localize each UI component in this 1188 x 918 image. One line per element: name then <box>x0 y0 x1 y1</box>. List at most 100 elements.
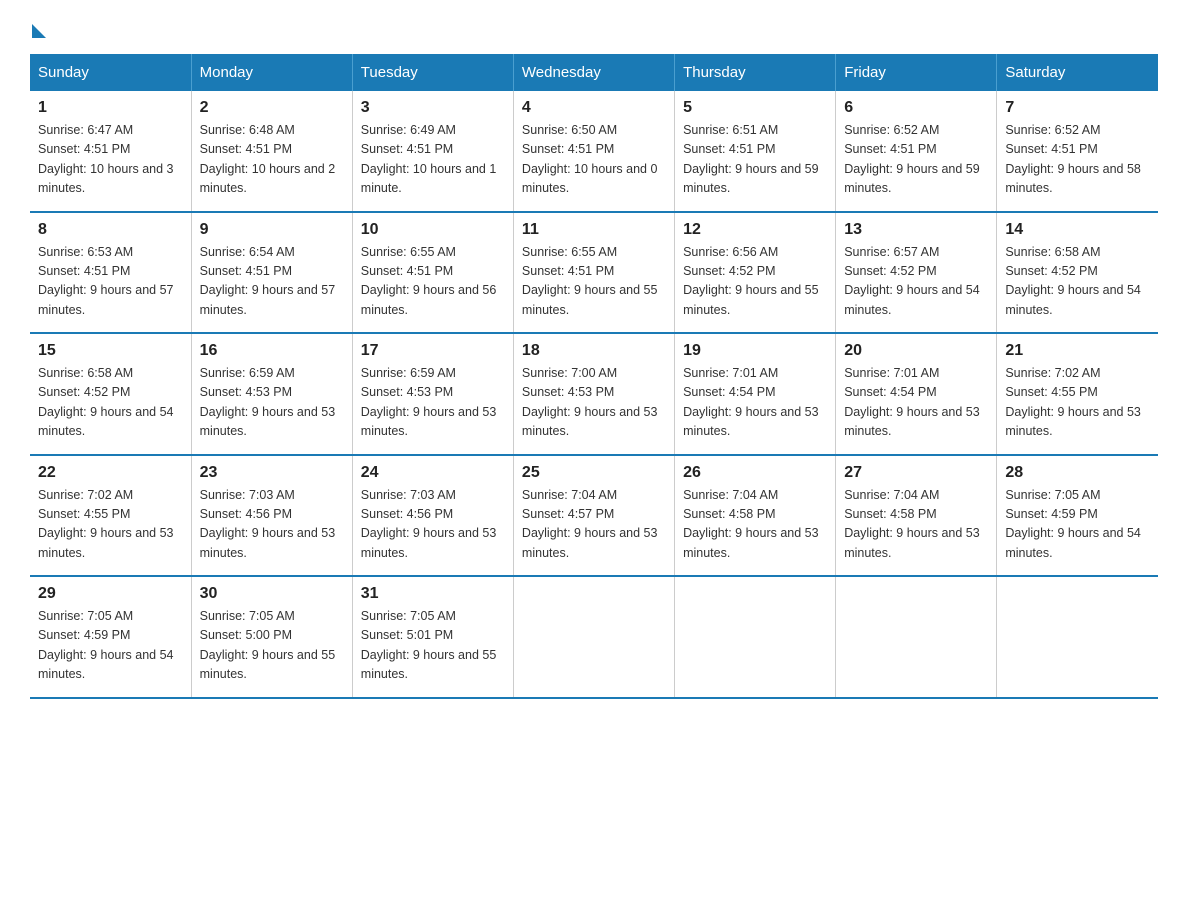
day-number: 21 <box>1005 342 1150 360</box>
day-info: Sunrise: 7:02 AMSunset: 4:55 PMDaylight:… <box>38 486 183 564</box>
day-number: 31 <box>361 585 505 603</box>
day-number: 10 <box>361 221 505 239</box>
day-info: Sunrise: 6:52 AMSunset: 4:51 PMDaylight:… <box>844 121 988 199</box>
calendar-day-cell: 23 Sunrise: 7:03 AMSunset: 4:56 PMDaylig… <box>191 455 352 577</box>
calendar-day-cell: 10 Sunrise: 6:55 AMSunset: 4:51 PMDaylig… <box>352 212 513 334</box>
calendar-day-cell: 4 Sunrise: 6:50 AMSunset: 4:51 PMDayligh… <box>513 91 674 212</box>
day-info: Sunrise: 7:02 AMSunset: 4:55 PMDaylight:… <box>1005 364 1150 442</box>
calendar-day-cell: 19 Sunrise: 7:01 AMSunset: 4:54 PMDaylig… <box>675 333 836 455</box>
calendar-day-cell: 1 Sunrise: 6:47 AMSunset: 4:51 PMDayligh… <box>30 91 191 212</box>
logo <box>30 20 46 34</box>
day-info: Sunrise: 7:01 AMSunset: 4:54 PMDaylight:… <box>683 364 827 442</box>
weekday-header: Saturday <box>997 54 1158 91</box>
calendar-day-cell: 29 Sunrise: 7:05 AMSunset: 4:59 PMDaylig… <box>30 576 191 698</box>
page-header <box>30 20 1158 34</box>
day-info: Sunrise: 7:03 AMSunset: 4:56 PMDaylight:… <box>361 486 505 564</box>
calendar-day-cell: 15 Sunrise: 6:58 AMSunset: 4:52 PMDaylig… <box>30 333 191 455</box>
day-number: 19 <box>683 342 827 360</box>
day-info: Sunrise: 7:04 AMSunset: 4:58 PMDaylight:… <box>844 486 988 564</box>
day-info: Sunrise: 7:00 AMSunset: 4:53 PMDaylight:… <box>522 364 666 442</box>
calendar-day-cell <box>997 576 1158 698</box>
calendar-day-cell: 25 Sunrise: 7:04 AMSunset: 4:57 PMDaylig… <box>513 455 674 577</box>
day-number: 11 <box>522 221 666 239</box>
calendar-day-cell: 27 Sunrise: 7:04 AMSunset: 4:58 PMDaylig… <box>836 455 997 577</box>
day-info: Sunrise: 7:04 AMSunset: 4:58 PMDaylight:… <box>683 486 827 564</box>
day-number: 28 <box>1005 464 1150 482</box>
calendar-week-row: 29 Sunrise: 7:05 AMSunset: 4:59 PMDaylig… <box>30 576 1158 698</box>
weekday-header: Wednesday <box>513 54 674 91</box>
weekday-header-row: SundayMondayTuesdayWednesdayThursdayFrid… <box>30 54 1158 91</box>
calendar-day-cell: 7 Sunrise: 6:52 AMSunset: 4:51 PMDayligh… <box>997 91 1158 212</box>
calendar-day-cell: 12 Sunrise: 6:56 AMSunset: 4:52 PMDaylig… <box>675 212 836 334</box>
calendar-day-cell: 6 Sunrise: 6:52 AMSunset: 4:51 PMDayligh… <box>836 91 997 212</box>
calendar-day-cell: 13 Sunrise: 6:57 AMSunset: 4:52 PMDaylig… <box>836 212 997 334</box>
day-number: 17 <box>361 342 505 360</box>
day-number: 22 <box>38 464 183 482</box>
calendar-week-row: 22 Sunrise: 7:02 AMSunset: 4:55 PMDaylig… <box>30 455 1158 577</box>
day-info: Sunrise: 7:05 AMSunset: 5:01 PMDaylight:… <box>361 607 505 685</box>
day-info: Sunrise: 6:56 AMSunset: 4:52 PMDaylight:… <box>683 243 827 321</box>
day-number: 23 <box>200 464 344 482</box>
day-info: Sunrise: 6:52 AMSunset: 4:51 PMDaylight:… <box>1005 121 1150 199</box>
day-number: 14 <box>1005 221 1150 239</box>
weekday-header: Friday <box>836 54 997 91</box>
calendar-table: SundayMondayTuesdayWednesdayThursdayFrid… <box>30 54 1158 699</box>
calendar-day-cell: 9 Sunrise: 6:54 AMSunset: 4:51 PMDayligh… <box>191 212 352 334</box>
day-number: 2 <box>200 99 344 117</box>
day-number: 9 <box>200 221 344 239</box>
calendar-day-cell: 11 Sunrise: 6:55 AMSunset: 4:51 PMDaylig… <box>513 212 674 334</box>
calendar-day-cell: 17 Sunrise: 6:59 AMSunset: 4:53 PMDaylig… <box>352 333 513 455</box>
day-number: 13 <box>844 221 988 239</box>
day-number: 7 <box>1005 99 1150 117</box>
day-number: 25 <box>522 464 666 482</box>
day-number: 4 <box>522 99 666 117</box>
day-info: Sunrise: 7:03 AMSunset: 4:56 PMDaylight:… <box>200 486 344 564</box>
day-number: 30 <box>200 585 344 603</box>
calendar-day-cell: 18 Sunrise: 7:00 AMSunset: 4:53 PMDaylig… <box>513 333 674 455</box>
day-number: 8 <box>38 221 183 239</box>
calendar-day-cell: 22 Sunrise: 7:02 AMSunset: 4:55 PMDaylig… <box>30 455 191 577</box>
day-info: Sunrise: 6:55 AMSunset: 4:51 PMDaylight:… <box>361 243 505 321</box>
day-info: Sunrise: 6:50 AMSunset: 4:51 PMDaylight:… <box>522 121 666 199</box>
calendar-day-cell: 24 Sunrise: 7:03 AMSunset: 4:56 PMDaylig… <box>352 455 513 577</box>
calendar-day-cell: 3 Sunrise: 6:49 AMSunset: 4:51 PMDayligh… <box>352 91 513 212</box>
weekday-header: Thursday <box>675 54 836 91</box>
day-info: Sunrise: 6:49 AMSunset: 4:51 PMDaylight:… <box>361 121 505 199</box>
calendar-day-cell: 8 Sunrise: 6:53 AMSunset: 4:51 PMDayligh… <box>30 212 191 334</box>
calendar-day-cell: 28 Sunrise: 7:05 AMSunset: 4:59 PMDaylig… <box>997 455 1158 577</box>
calendar-week-row: 8 Sunrise: 6:53 AMSunset: 4:51 PMDayligh… <box>30 212 1158 334</box>
day-number: 18 <box>522 342 666 360</box>
day-info: Sunrise: 6:59 AMSunset: 4:53 PMDaylight:… <box>200 364 344 442</box>
logo-arrow-icon <box>32 24 46 38</box>
day-info: Sunrise: 7:05 AMSunset: 4:59 PMDaylight:… <box>38 607 183 685</box>
day-info: Sunrise: 6:59 AMSunset: 4:53 PMDaylight:… <box>361 364 505 442</box>
calendar-day-cell: 31 Sunrise: 7:05 AMSunset: 5:01 PMDaylig… <box>352 576 513 698</box>
calendar-day-cell: 5 Sunrise: 6:51 AMSunset: 4:51 PMDayligh… <box>675 91 836 212</box>
day-info: Sunrise: 7:05 AMSunset: 5:00 PMDaylight:… <box>200 607 344 685</box>
day-number: 27 <box>844 464 988 482</box>
calendar-day-cell: 16 Sunrise: 6:59 AMSunset: 4:53 PMDaylig… <box>191 333 352 455</box>
calendar-day-cell <box>675 576 836 698</box>
day-number: 20 <box>844 342 988 360</box>
day-info: Sunrise: 6:51 AMSunset: 4:51 PMDaylight:… <box>683 121 827 199</box>
calendar-day-cell <box>836 576 997 698</box>
day-info: Sunrise: 6:48 AMSunset: 4:51 PMDaylight:… <box>200 121 344 199</box>
day-number: 24 <box>361 464 505 482</box>
day-info: Sunrise: 6:53 AMSunset: 4:51 PMDaylight:… <box>38 243 183 321</box>
calendar-week-row: 1 Sunrise: 6:47 AMSunset: 4:51 PMDayligh… <box>30 91 1158 212</box>
day-info: Sunrise: 6:54 AMSunset: 4:51 PMDaylight:… <box>200 243 344 321</box>
calendar-day-cell: 20 Sunrise: 7:01 AMSunset: 4:54 PMDaylig… <box>836 333 997 455</box>
day-info: Sunrise: 6:47 AMSunset: 4:51 PMDaylight:… <box>38 121 183 199</box>
calendar-week-row: 15 Sunrise: 6:58 AMSunset: 4:52 PMDaylig… <box>30 333 1158 455</box>
day-number: 5 <box>683 99 827 117</box>
calendar-day-cell: 14 Sunrise: 6:58 AMSunset: 4:52 PMDaylig… <box>997 212 1158 334</box>
day-number: 3 <box>361 99 505 117</box>
day-info: Sunrise: 6:58 AMSunset: 4:52 PMDaylight:… <box>1005 243 1150 321</box>
weekday-header: Sunday <box>30 54 191 91</box>
day-info: Sunrise: 6:57 AMSunset: 4:52 PMDaylight:… <box>844 243 988 321</box>
day-info: Sunrise: 6:58 AMSunset: 4:52 PMDaylight:… <box>38 364 183 442</box>
day-info: Sunrise: 6:55 AMSunset: 4:51 PMDaylight:… <box>522 243 666 321</box>
weekday-header: Tuesday <box>352 54 513 91</box>
day-number: 29 <box>38 585 183 603</box>
day-number: 1 <box>38 99 183 117</box>
